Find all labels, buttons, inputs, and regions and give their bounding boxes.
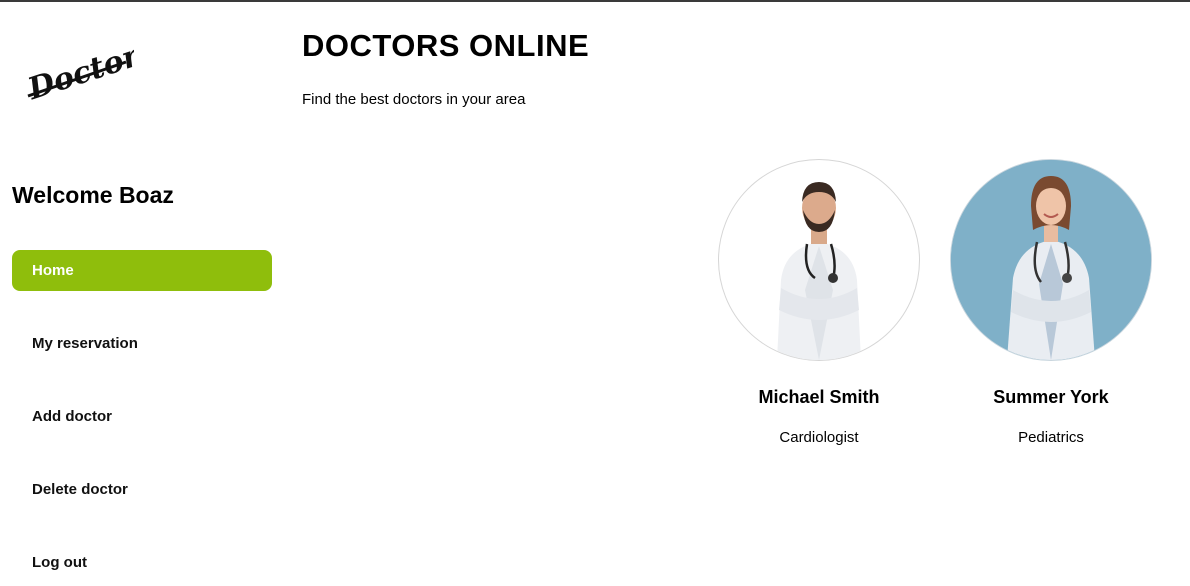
welcome-heading: Welcome Boaz	[12, 182, 174, 208]
doctor-photo[interactable]	[950, 159, 1152, 361]
nav-item-home[interactable]: Home	[12, 250, 272, 291]
doctor-card[interactable]: Summer York Pediatrics	[950, 159, 1152, 446]
page-title: DOCTORS ONLINE	[302, 28, 590, 63]
sidebar: Doctors Welcome Boaz Home My reservation…	[0, 2, 290, 586]
doctor-portrait-icon	[777, 182, 861, 360]
doctor-specialty: Pediatrics	[1018, 429, 1084, 446]
doctor-card[interactable]: Michael Smith Cardiologist	[718, 159, 920, 446]
nav-item-log-out[interactable]: Log out	[12, 542, 272, 583]
doctor-name: Summer York	[993, 387, 1109, 407]
nav-item-my-reservation[interactable]: My reservation	[12, 323, 272, 364]
doctors-logo[interactable]: Doctors	[22, 33, 159, 107]
nav-item-add-doctor[interactable]: Add doctor	[12, 396, 272, 437]
page-subtitle: Find the best doctors in your area	[302, 91, 526, 108]
doctor-photo[interactable]	[718, 159, 920, 361]
nav-item-delete-doctor[interactable]: Delete doctor	[12, 469, 272, 510]
doctor-portrait-icon	[951, 160, 1151, 360]
doctor-name: Michael Smith	[758, 387, 880, 407]
logo-icon: Doctors	[23, 33, 159, 107]
doctor-specialty: Cardiologist	[779, 429, 859, 446]
